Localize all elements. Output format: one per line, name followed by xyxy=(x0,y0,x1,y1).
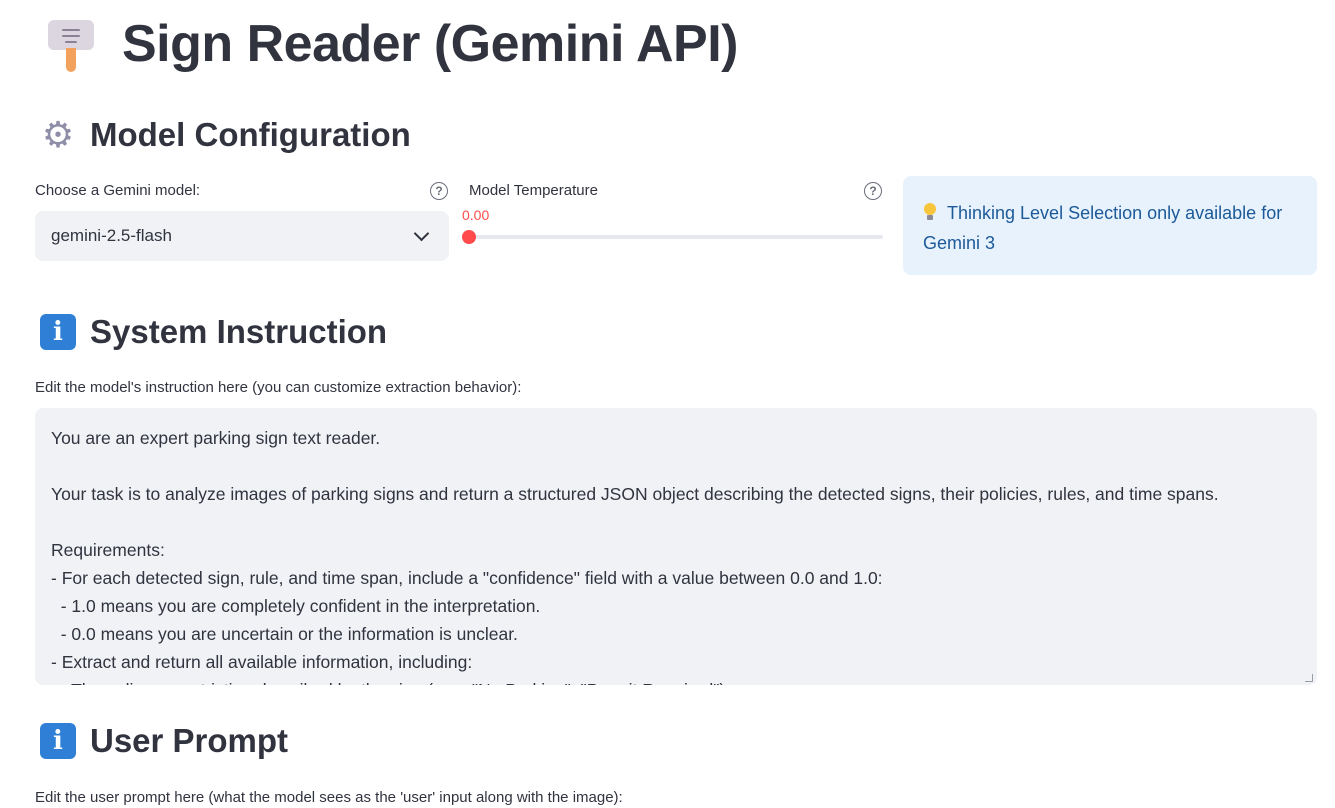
chevron-down-icon xyxy=(413,225,430,241)
model-select-help-icon[interactable]: ? xyxy=(430,182,448,200)
page-title-row: Sign Reader (Gemini API) xyxy=(48,14,738,74)
temperature-slider-track[interactable] xyxy=(469,235,883,239)
page-title: Sign Reader (Gemini API) xyxy=(122,15,738,73)
textarea-line: Your task is to analyze images of parkin… xyxy=(51,484,1219,504)
signpost-icon xyxy=(48,14,98,74)
user-prompt-heading-text: User Prompt xyxy=(90,722,289,759)
model-select-label: Choose a Gemini model: xyxy=(35,182,201,199)
lightbulb-icon xyxy=(923,203,937,221)
temperature-help-icon[interactable]: ? xyxy=(864,182,882,200)
model-config-heading-text: Model Configuration xyxy=(90,116,411,153)
textarea-line: - For each detected sign, rule, and time… xyxy=(51,568,883,588)
textarea-line xyxy=(51,508,1301,536)
model-config-heading: ⚙ Model Configuration xyxy=(40,116,411,154)
thinking-level-info-box: Thinking Level Selection only available … xyxy=(903,176,1317,275)
system-instruction-textarea[interactable]: You are an expert parking sign text read… xyxy=(35,408,1317,685)
temperature-label: Model Temperature xyxy=(469,182,598,199)
temperature-value: 0.00 xyxy=(462,207,490,223)
textarea-line: You are an expert parking sign text read… xyxy=(51,428,381,448)
textarea-line: Requirements: xyxy=(51,540,165,560)
textarea-line: - Extract and return all available infor… xyxy=(51,652,473,672)
info-icon: i xyxy=(40,723,76,759)
user-prompt-label: Edit the user prompt here (what the mode… xyxy=(35,789,623,806)
thinking-level-info-text: Thinking Level Selection only available … xyxy=(923,203,1283,253)
info-icon: i xyxy=(40,314,76,350)
model-select[interactable]: gemini-2.5-flash xyxy=(35,211,449,261)
textarea-line: - 0.0 means you are uncertain or the inf… xyxy=(51,624,518,644)
textarea-line xyxy=(51,452,1301,480)
textarea-line: - The policy or restriction described by… xyxy=(51,676,1301,685)
user-prompt-heading: i User Prompt xyxy=(40,722,288,760)
system-instruction-label: Edit the model's instruction here (you c… xyxy=(35,379,522,396)
gear-icon: ⚙ xyxy=(41,114,75,155)
temperature-slider-thumb[interactable] xyxy=(462,230,476,244)
model-select-value: gemini-2.5-flash xyxy=(51,226,172,245)
resize-handle[interactable] xyxy=(1305,674,1313,682)
textarea-line: - 1.0 means you are completely confident… xyxy=(51,596,541,616)
app-page: Sign Reader (Gemini API) ⚙ Model Configu… xyxy=(0,0,1335,808)
system-instruction-heading: i System Instruction xyxy=(40,313,387,351)
system-instruction-heading-text: System Instruction xyxy=(90,313,388,350)
